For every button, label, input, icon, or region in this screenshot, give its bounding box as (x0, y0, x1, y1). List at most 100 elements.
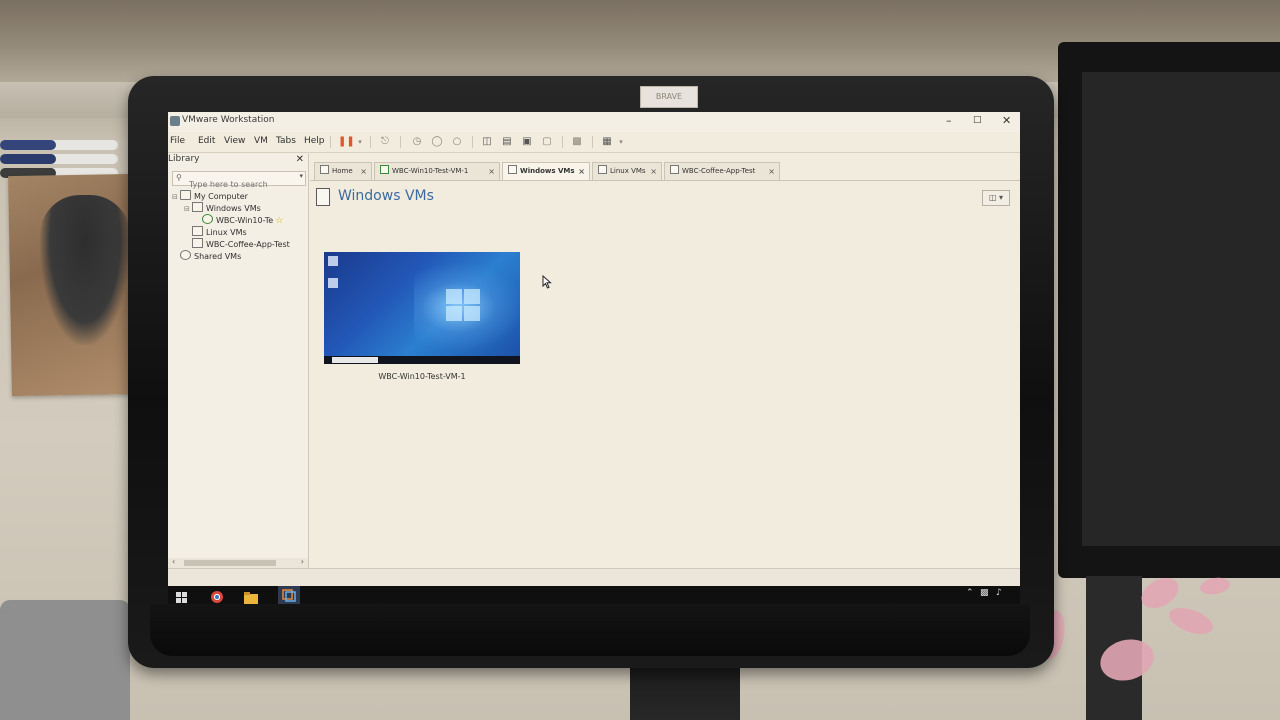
stretch-guest-icon[interactable]: ▦ (600, 135, 614, 149)
toolbar-separator (592, 136, 593, 148)
star-icon: ☆ (275, 216, 284, 226)
folder-icon (508, 165, 517, 174)
library-header: Library ✕ (168, 154, 308, 168)
minimize-button[interactable]: – (946, 114, 952, 127)
collapse-icon[interactable]: ⊟ (172, 193, 180, 201)
scroll-left-icon[interactable]: ‹ (172, 557, 175, 566)
menu-vm[interactable]: VM (254, 136, 268, 146)
windows-logo-icon (446, 289, 482, 323)
stretch-dropdown-icon[interactable]: ▾ (614, 135, 628, 149)
tab-linux-vms[interactable]: Linux VMs × (592, 162, 662, 180)
menu-edit[interactable]: Edit (198, 136, 215, 146)
maximize-button[interactable]: □ (973, 115, 982, 125)
dog (40, 195, 130, 345)
monitor-sticker: BRAVE (640, 86, 698, 108)
toolbar-separator (400, 136, 401, 148)
full-screen-icon[interactable]: ▣ (520, 135, 534, 149)
console-view-icon[interactable]: ▩ (570, 135, 584, 149)
photo-scene: BRAVE VMware Workstation – □ ✕ File Edit… (0, 0, 1280, 720)
close-tab-icon[interactable]: × (488, 163, 495, 180)
close-tab-icon[interactable]: × (768, 163, 775, 180)
close-button[interactable]: ✕ (1002, 114, 1011, 127)
tree-item-coffee-app[interactable]: WBC-Coffee-App-Test (192, 238, 290, 249)
volume-icon[interactable]: ♪ (996, 588, 1002, 598)
tree-item-windows-vms[interactable]: ⊟ Windows VMs (184, 202, 261, 213)
close-tab-icon[interactable]: × (578, 163, 585, 180)
vm-running-icon (202, 214, 213, 224)
desktop-icon (328, 278, 338, 288)
second-monitor (1058, 42, 1280, 578)
close-library-icon[interactable]: ✕ (296, 154, 304, 165)
tray-chevron-icon[interactable]: ⌃ (966, 588, 974, 598)
pause-icon[interactable]: ❚❚ (338, 135, 355, 149)
folder-icon (598, 165, 607, 174)
tree-item-linux-vms[interactable]: Linux VMs (192, 226, 247, 237)
unity-icon[interactable]: ▢ (540, 135, 554, 149)
tab-windows-vms[interactable]: Windows VMs × (502, 162, 590, 180)
menu-tabs[interactable]: Tabs (276, 136, 296, 146)
marker (0, 140, 118, 150)
tree-item-shared-vms[interactable]: Shared VMs (180, 250, 241, 261)
search-icon: ⚲ (176, 173, 182, 182)
show-library-icon[interactable]: ◫ (480, 135, 494, 149)
scrollbar-thumb[interactable] (184, 560, 276, 566)
toolbar-separator (472, 136, 473, 148)
desk-object (0, 600, 130, 720)
close-tab-icon[interactable]: × (360, 163, 367, 180)
dropdown-icon[interactable]: ▾ (353, 135, 367, 149)
tab-home[interactable]: Home × (314, 162, 372, 180)
search-dropdown-icon[interactable]: ▾ (299, 172, 303, 180)
tree-item-my-computer[interactable]: ⊟ My Computer (172, 190, 248, 201)
host-taskbar: ⌃ ▩ ♪ (168, 586, 1020, 604)
menu-view[interactable]: View (224, 136, 245, 146)
scroll-right-icon[interactable]: › (301, 557, 304, 566)
library-search[interactable]: ⚲ ▾ (172, 171, 306, 190)
tab-bar: Home × WBC-Win10-Test-VM-1 × Windows VMs × … (310, 162, 1020, 181)
vmware-workstation-window: VMware Workstation – □ ✕ File Edit View … (168, 112, 1020, 604)
marker (0, 154, 118, 164)
start-button[interactable] (176, 589, 190, 603)
manage-snapshots-icon[interactable]: ○ (450, 135, 464, 149)
menu-help[interactable]: Help (304, 136, 325, 146)
vmware-app-icon (170, 116, 180, 126)
vmware-taskbar-icon[interactable] (278, 586, 300, 604)
home-icon (320, 165, 329, 174)
monitor-stand (630, 668, 740, 720)
close-tab-icon[interactable]: × (650, 163, 657, 180)
tab-win10-vm[interactable]: WBC-Win10-Test-VM-1 × (374, 162, 500, 180)
status-bar (168, 568, 1020, 587)
vm-icon (192, 238, 203, 248)
vm-thumbnail-label: WBC-Win10-Test-VM-1 (378, 372, 466, 381)
guest-taskbar (324, 356, 520, 364)
window-title: VMware Workstation (182, 115, 275, 125)
menu-file[interactable]: File (170, 136, 185, 146)
network-icon[interactable]: ▩ (980, 588, 989, 598)
vm-icon (670, 165, 679, 174)
vm-thumbnail[interactable] (324, 252, 520, 364)
folder-icon (192, 226, 203, 236)
folder-icon (192, 202, 203, 212)
main-area: Home × WBC-Win10-Test-VM-1 × Windows VMs × … (310, 154, 1020, 568)
library-title: Library (168, 154, 200, 164)
library-panel: Library ✕ ⚲ ▾ ⊟My Computer ⊟Windows VMs … (168, 154, 309, 568)
thumbnail-bar-icon[interactable]: ▤ (500, 135, 514, 149)
computer-icon (180, 190, 191, 200)
tab-coffee-app[interactable]: WBC-Coffee-App-Test × (664, 162, 780, 180)
toolbar-separator (562, 136, 563, 148)
library-scrollbar[interactable]: ‹ › (168, 557, 308, 568)
folder-page-icon (316, 188, 330, 206)
chrome-icon[interactable] (210, 589, 224, 603)
view-options-button[interactable]: ◫ ▾ (982, 190, 1010, 206)
toolbar-separator (330, 136, 331, 148)
desktop-icon (328, 256, 338, 266)
library-search-input[interactable] (173, 179, 299, 190)
monitor-bezel (150, 604, 1030, 656)
toolbar-separator (370, 136, 371, 148)
snapshot-icon[interactable]: ◷ (410, 135, 424, 149)
file-explorer-icon[interactable] (244, 589, 258, 604)
shared-icon (180, 250, 191, 260)
revert-snapshot-icon[interactable]: ◯ (430, 135, 444, 149)
send-keys-icon[interactable]: ⎋ (378, 135, 392, 149)
collapse-icon[interactable]: ⊟ (184, 205, 192, 213)
tree-item-vm[interactable]: WBC-Win10-Te ☆ (202, 214, 283, 226)
